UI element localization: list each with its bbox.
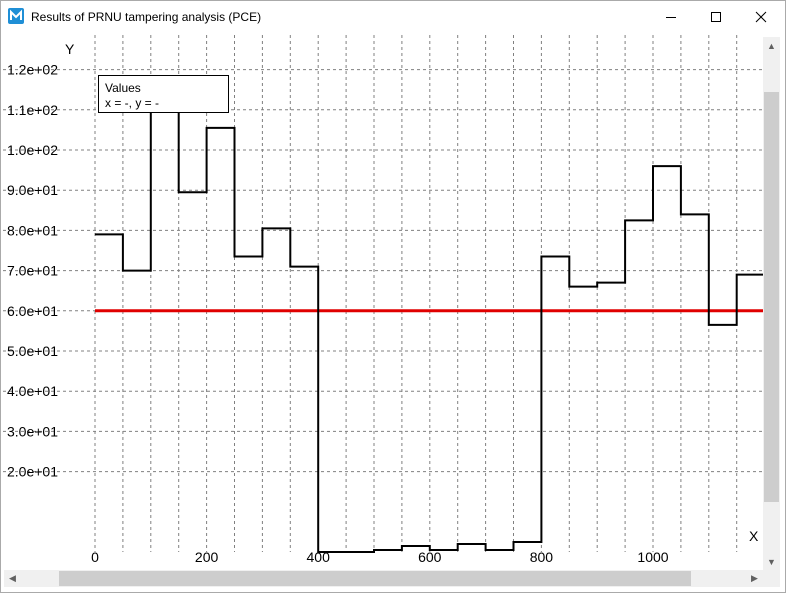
x-tick-label: 0 [91,549,99,565]
y-tick-label: 3.0e+01 [7,423,58,439]
y-tick-label: 1.0e+02 [7,142,58,158]
minimize-icon [665,16,676,18]
close-button[interactable] [738,1,783,32]
horizontal-scroll-thumb[interactable] [59,571,691,586]
plot-area[interactable]: 2.0e+01 3.0e+01 4.0e+01 5.0e+01 6.0e+01 7.0e+… [1,33,763,570]
main-window: Results of PRNU tampering analysis (PCE)… [0,0,786,593]
x-tick-label: 800 [530,549,554,565]
scroll-up-icon[interactable]: ▲ [763,37,780,54]
y-tick-label: 1.1e+02 [7,102,58,118]
x-axis-label: X [749,528,759,544]
x-tick-label: 200 [195,549,219,565]
vertical-scrollbar[interactable]: ▲ ▼ [763,37,780,570]
maximize-button[interactable] [693,1,738,32]
vertical-scroll-thumb[interactable] [764,92,779,502]
y-tick-label: 5.0e+01 [7,343,58,359]
y-tick-label: 8.0e+01 [7,222,58,238]
y-axis-label: Y [65,41,75,57]
scrollbar-corner [763,570,780,587]
step-series-line [95,100,763,553]
app-logo-icon [8,8,24,24]
y-tick-label: 6.0e+01 [7,303,58,319]
window-title: Results of PRNU tampering analysis (PCE) [31,10,262,24]
values-title: Values [105,81,141,95]
scroll-left-icon[interactable]: ◀ [4,570,21,587]
close-icon [755,11,766,22]
values-readout: x = -, y = - [105,96,160,110]
minimize-button[interactable] [648,1,693,32]
values-box: Values x = -, y = - [98,75,229,113]
y-tick-label: 1.2e+02 [7,62,58,78]
scroll-down-icon[interactable]: ▼ [763,553,780,570]
x-tick-label: 1000 [637,549,668,565]
x-tick-label: 600 [418,549,442,565]
horizontal-scrollbar[interactable]: ◀ ▶ [4,570,763,587]
pce-chart: 2.0e+01 3.0e+01 4.0e+01 5.0e+01 6.0e+01 7.0e+… [3,35,763,565]
title-bar[interactable]: Results of PRNU tampering analysis (PCE) [1,1,785,32]
y-tick-label: 2.0e+01 [7,464,58,480]
y-tick-label: 7.0e+01 [7,263,58,279]
maximize-icon [710,11,721,22]
y-tick-label: 4.0e+01 [7,383,58,399]
y-tick-label: 9.0e+01 [7,182,58,198]
scroll-right-icon[interactable]: ▶ [746,570,763,587]
